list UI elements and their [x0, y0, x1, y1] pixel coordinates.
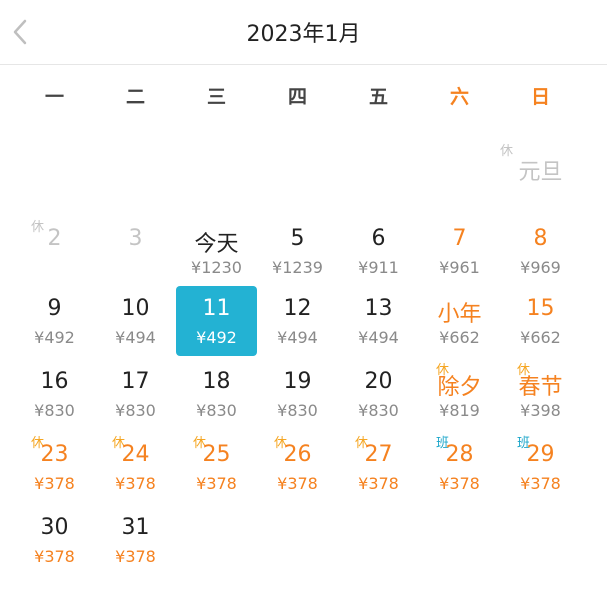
day-price: ¥378	[34, 474, 75, 493]
day-label: 25	[202, 442, 231, 467]
day-cell[interactable]: 休 26 ¥378	[257, 432, 338, 502]
day-price: ¥378	[196, 474, 237, 493]
day-cell[interactable]: 9 ¥492	[14, 286, 95, 356]
day-price: ¥830	[277, 401, 318, 420]
day-cell[interactable]: 31 ¥378	[95, 505, 176, 575]
day-label: 15	[526, 296, 555, 321]
day-price: ¥961	[439, 258, 480, 277]
day-price: ¥378	[358, 474, 399, 493]
day-label: 28	[445, 442, 474, 467]
day-label: 5	[290, 226, 305, 251]
day-label: 7	[452, 226, 467, 251]
day-price: ¥819	[439, 401, 480, 420]
day-label: 12	[283, 296, 312, 321]
day-cell[interactable]: 19 ¥830	[257, 359, 338, 429]
calendar-grid: 休元旦休 2 3 今天 ¥1230 5 ¥1239 6 ¥911 7 ¥961 8 ¥969 9 ¥492 1…	[0, 0, 607, 593]
day-label: 19	[283, 369, 312, 394]
day-price: ¥830	[34, 401, 75, 420]
day-cell[interactable]: 7 ¥961	[419, 216, 500, 286]
day-price: ¥378	[34, 547, 75, 566]
day-cell[interactable]: 班 29 ¥378	[500, 432, 581, 502]
day-cell[interactable]: 休春节 ¥398	[500, 359, 581, 429]
day-cell: 休2	[14, 216, 95, 286]
day-label: 10	[121, 296, 150, 321]
day-price: ¥494	[115, 328, 156, 347]
day-label: 春节	[518, 375, 563, 400]
day-label: 24	[121, 442, 150, 467]
day-label: 今天	[194, 232, 239, 257]
day-cell[interactable]: 6 ¥911	[338, 216, 419, 286]
day-price: ¥378	[439, 474, 480, 493]
day-cell[interactable]: 16 ¥830	[14, 359, 95, 429]
day-label: 16	[40, 369, 69, 394]
day-label: 17	[121, 369, 150, 394]
day-cell[interactable]: 休 23 ¥378	[14, 432, 95, 502]
day-price: ¥830	[196, 401, 237, 420]
day-price: ¥830	[358, 401, 399, 420]
day-cell[interactable]: 今天 ¥1230	[176, 216, 257, 286]
day-label: 元旦	[518, 160, 563, 185]
day-label: 8	[533, 226, 548, 251]
day-label: 2	[47, 226, 62, 251]
day-price: ¥911	[358, 258, 399, 277]
day-price: ¥1230	[191, 258, 242, 277]
day-cell[interactable]: 15 ¥662	[500, 286, 581, 356]
day-price: ¥378	[520, 474, 561, 493]
day-price: ¥830	[115, 401, 156, 420]
day-cell[interactable]: 班 28 ¥378	[419, 432, 500, 502]
day-label: 除夕	[437, 375, 482, 400]
day-price: ¥494	[277, 328, 318, 347]
day-cell-selected[interactable]: 11 ¥492	[176, 286, 257, 356]
day-label: 23	[40, 442, 69, 467]
day-price: ¥662	[439, 328, 480, 347]
day-cell: 3	[95, 216, 176, 286]
day-cell[interactable]: 17 ¥830	[95, 359, 176, 429]
day-cell[interactable]: 休 25 ¥378	[176, 432, 257, 502]
day-label: 9	[47, 296, 62, 321]
day-cell[interactable]: 13 ¥494	[338, 286, 419, 356]
day-cell[interactable]: 休 27 ¥378	[338, 432, 419, 502]
day-label: 11	[202, 296, 231, 321]
day-price: ¥492	[196, 328, 237, 347]
day-price: ¥398	[520, 401, 561, 420]
day-label: 31	[121, 515, 150, 540]
day-label: 20	[364, 369, 393, 394]
day-cell: 休元旦	[500, 140, 581, 210]
day-cell[interactable]: 10 ¥494	[95, 286, 176, 356]
day-price: ¥494	[358, 328, 399, 347]
day-price: ¥662	[520, 328, 561, 347]
day-label: 3	[128, 226, 143, 251]
day-cell[interactable]: 30 ¥378	[14, 505, 95, 575]
day-price: ¥378	[115, 474, 156, 493]
day-cell[interactable]: 18 ¥830	[176, 359, 257, 429]
day-price: ¥969	[520, 258, 561, 277]
day-label: 27	[364, 442, 393, 467]
day-cell[interactable]: 20 ¥830	[338, 359, 419, 429]
day-label: 6	[371, 226, 386, 251]
day-price: ¥492	[34, 328, 75, 347]
day-label: 26	[283, 442, 312, 467]
day-cell[interactable]: 小年 ¥662	[419, 286, 500, 356]
day-label: 18	[202, 369, 231, 394]
day-label: 30	[40, 515, 69, 540]
day-price: ¥1239	[272, 258, 323, 277]
day-cell[interactable]: 休 24 ¥378	[95, 432, 176, 502]
day-label: 13	[364, 296, 393, 321]
day-cell[interactable]: 休除夕 ¥819	[419, 359, 500, 429]
day-cell[interactable]: 5 ¥1239	[257, 216, 338, 286]
day-label: 29	[526, 442, 555, 467]
day-cell[interactable]: 8 ¥969	[500, 216, 581, 286]
day-label: 小年	[437, 302, 482, 327]
day-cell[interactable]: 12 ¥494	[257, 286, 338, 356]
day-price: ¥378	[277, 474, 318, 493]
day-price: ¥378	[115, 547, 156, 566]
